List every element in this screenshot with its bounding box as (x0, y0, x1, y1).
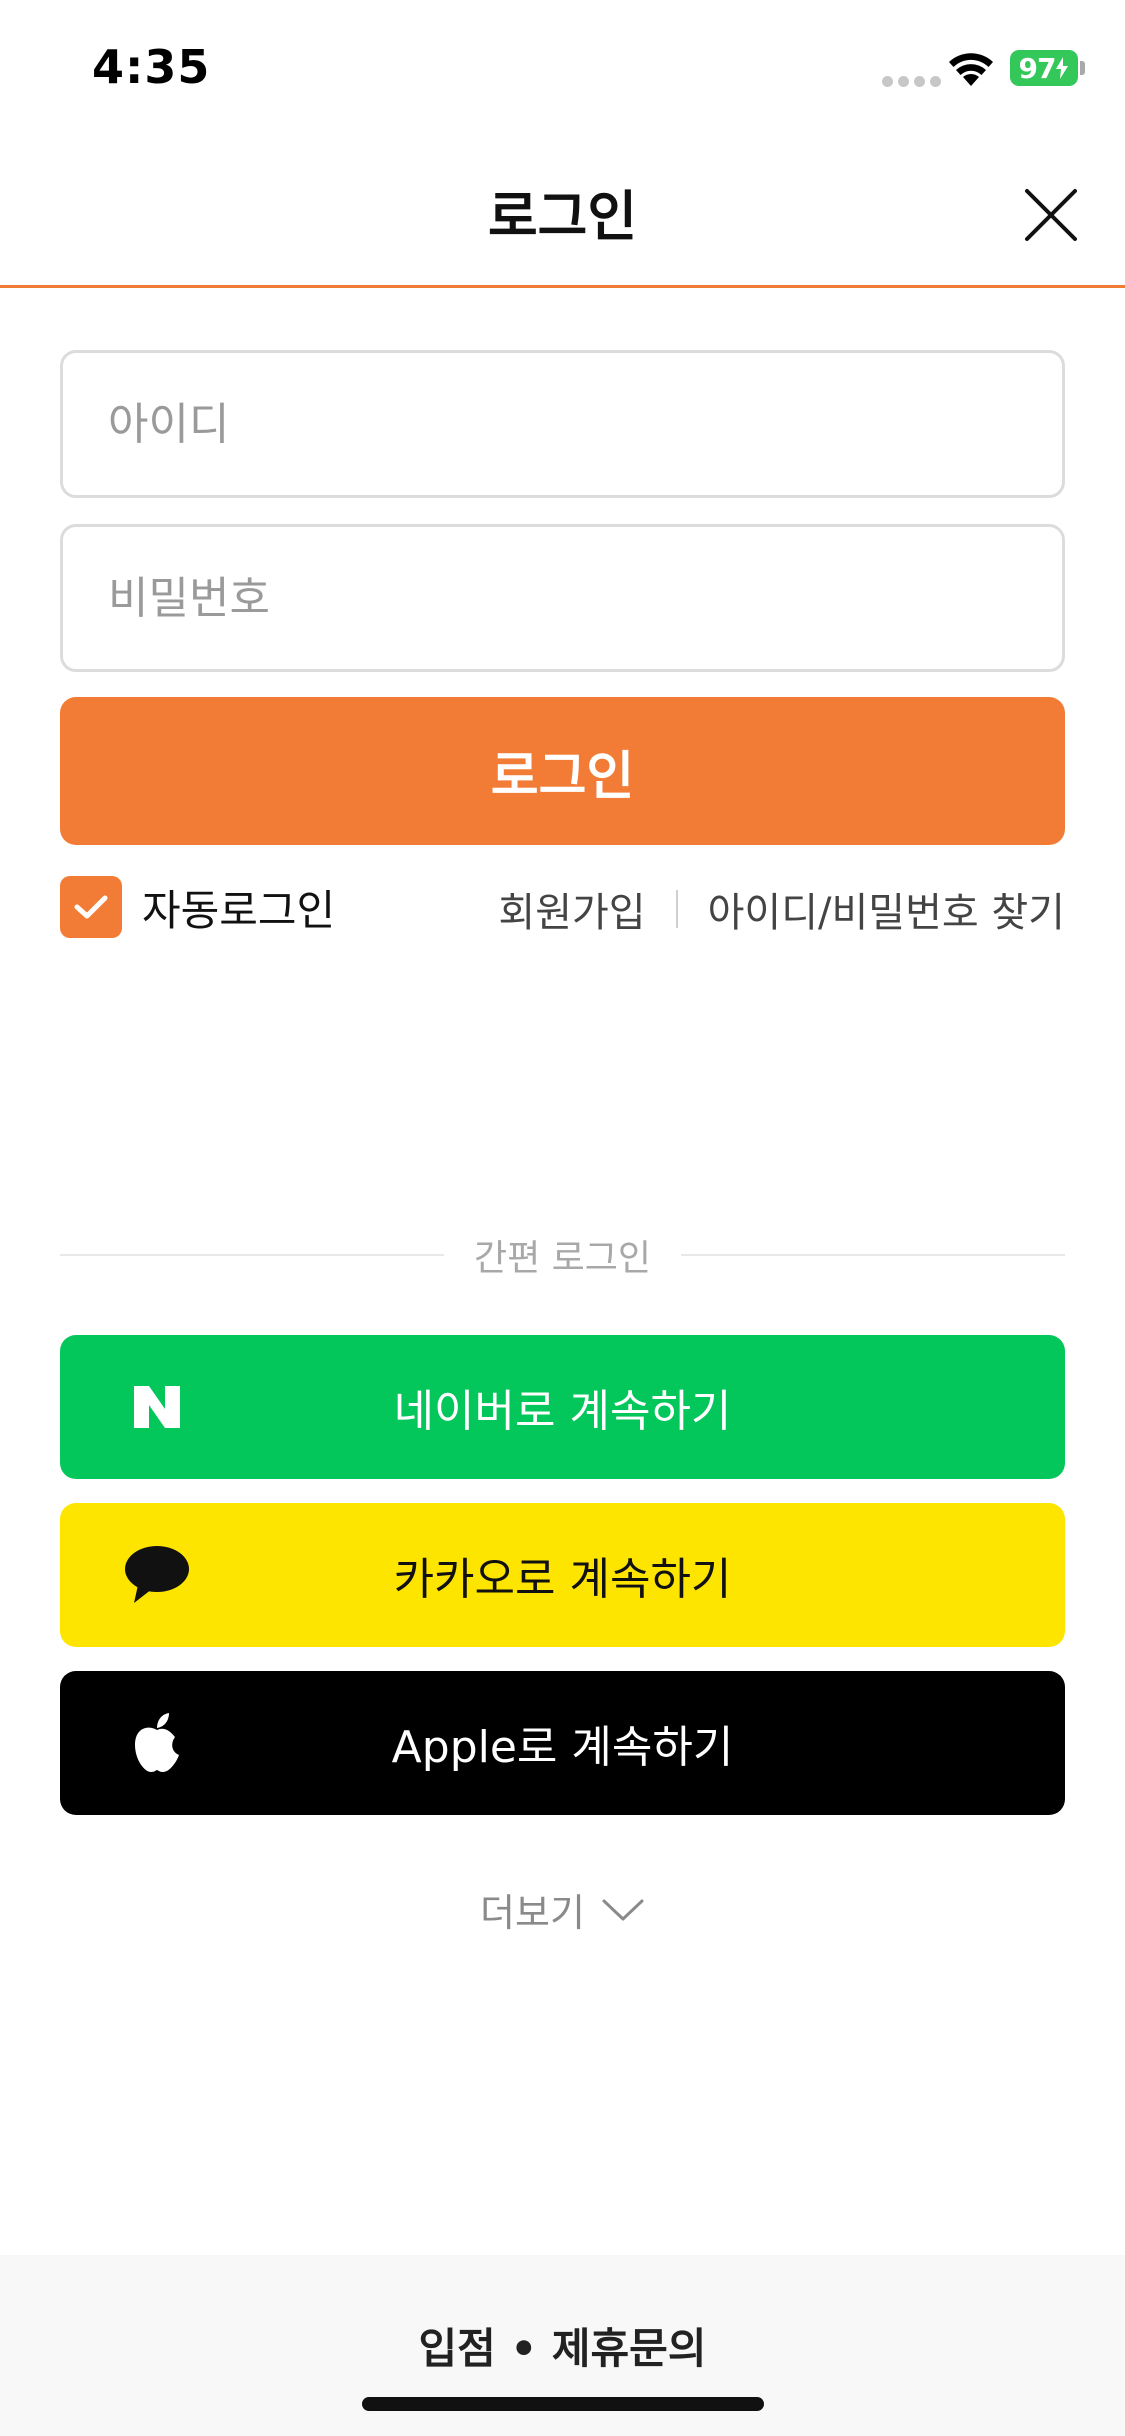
divider-line-left (60, 1254, 444, 1256)
chevron-down-icon (602, 1899, 644, 1920)
password-field-box (60, 524, 1065, 672)
kakao-login-label: 카카오로 계속하기 (393, 1554, 732, 1605)
auto-login-label: 자동로그인 (142, 885, 336, 935)
naver-login-label: 네이버로 계속하기 (393, 1386, 732, 1437)
apple-login-button[interactable]: Apple로 계속하기 (60, 1671, 1065, 1815)
naver-logo-icon (122, 1372, 192, 1442)
password-input[interactable] (63, 527, 1062, 669)
login-button[interactable]: 로그인 (60, 697, 1065, 845)
easy-login-label: 간편 로그인 (473, 1238, 652, 1279)
find-account-link[interactable]: 아이디/비밀번호 찾기 (708, 880, 1065, 938)
battery-tip (1080, 61, 1085, 75)
naver-login-button[interactable]: 네이버로 계속하기 (60, 1335, 1065, 1479)
more-label: 더보기 (480, 1891, 585, 1935)
close-icon (1025, 189, 1077, 241)
signup-link[interactable]: 회원가입 (498, 880, 645, 938)
auto-login-checkbox[interactable]: 자동로그인 (60, 876, 335, 938)
divider-line-right (681, 1254, 1066, 1256)
kakao-login-button[interactable]: 카카오로 계속하기 (60, 1503, 1065, 1647)
link-divider (675, 890, 678, 928)
apple-login-label: Apple로 계속하기 (391, 1722, 734, 1773)
home-indicator (362, 2397, 764, 2411)
easy-login-divider: 간편 로그인 (60, 1230, 1066, 1280)
status-bar: 4:35 97 (0, 0, 1125, 132)
checkbox-checked[interactable] (60, 876, 122, 938)
check-icon (74, 895, 108, 919)
charging-bolt-icon (1056, 57, 1069, 79)
battery-level: 97 (1018, 51, 1057, 85)
partner-inquiry-link[interactable]: 입점 • 제휴문의 (0, 2315, 1125, 2376)
battery-icon: 97 (1010, 50, 1078, 86)
id-field-box (60, 350, 1065, 498)
header: 로그인 (0, 132, 1125, 288)
wifi-icon (949, 53, 993, 86)
more-button[interactable]: 더보기 (0, 1882, 1125, 1937)
kakao-speech-bubble-icon (122, 1540, 192, 1610)
close-button[interactable] (1010, 174, 1092, 256)
status-time: 4:35 (92, 40, 211, 94)
account-links: 회원가입 아이디/비밀번호 찾기 (498, 880, 1065, 938)
cellular-signal-icon (882, 76, 941, 87)
footer: 입점 • 제휴문의 (0, 2255, 1125, 2436)
page-title: 로그인 (487, 185, 638, 248)
id-input[interactable] (63, 353, 1062, 495)
apple-logo-icon (122, 1708, 192, 1778)
